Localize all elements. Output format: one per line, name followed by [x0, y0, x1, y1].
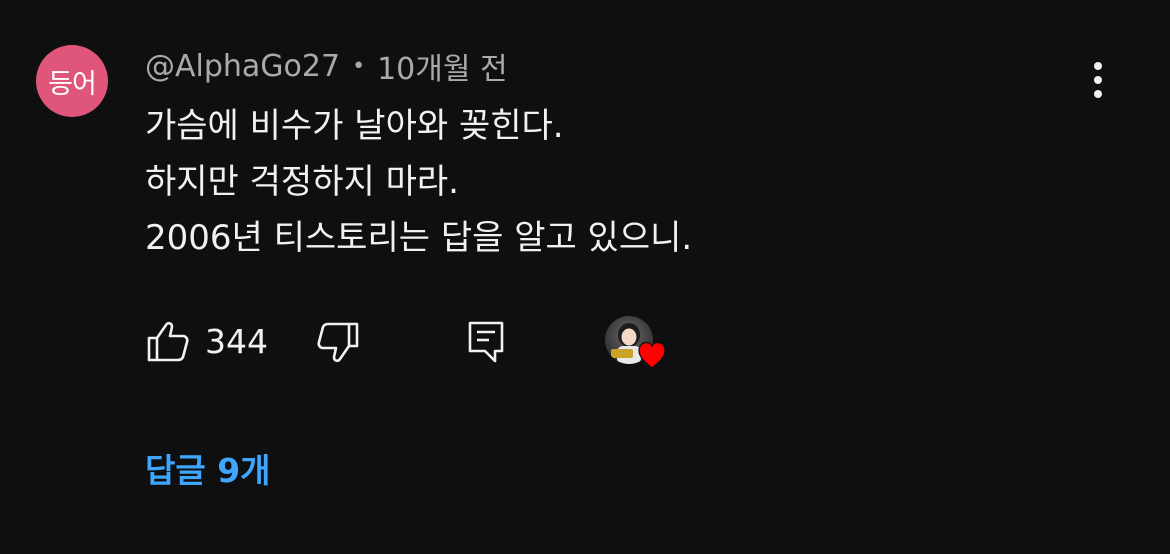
comment-thread: 등어 @AlphaGo27 • 10개월 전 가슴에 비수가 날아와 꽂힌다. …	[0, 0, 1170, 554]
reply-button[interactable]	[465, 319, 509, 365]
author-name[interactable]: @AlphaGo27	[145, 49, 340, 84]
comment-header: @AlphaGo27 • 10개월 전	[145, 44, 508, 88]
comment-actions: 344	[145, 316, 845, 370]
heart-icon	[638, 341, 666, 369]
dislike-button[interactable]	[315, 320, 361, 364]
creator-heart-badge	[605, 316, 671, 374]
meta-separator: •	[352, 53, 366, 79]
thumbs-up-icon	[147, 321, 189, 362]
more-options-button[interactable]	[1078, 58, 1118, 102]
author-avatar[interactable]: 등어	[36, 45, 108, 117]
more-vertical-icon	[1094, 62, 1102, 98]
avatar-text: 등어	[48, 68, 97, 100]
comment-timestamp[interactable]: 10개월 전	[377, 44, 508, 88]
like-button[interactable]	[145, 320, 191, 364]
comment-text: 가슴에 비수가 날아와 꽂힌다. 하지만 걱정하지 마라. 2006년 티스토리…	[145, 98, 692, 266]
thumbs-down-icon	[317, 322, 359, 363]
like-count: 344	[205, 322, 268, 361]
comment-line: 가슴에 비수가 날아와 꽂힌다.	[145, 106, 564, 146]
replies-toggle[interactable]: 답글 9개	[145, 444, 271, 492]
comment-line: 2006년 티스토리는 답을 알고 있으니.	[145, 218, 693, 258]
reply-comment-icon	[468, 321, 504, 363]
comment-line: 하지만 걱정하지 마라.	[145, 162, 459, 202]
